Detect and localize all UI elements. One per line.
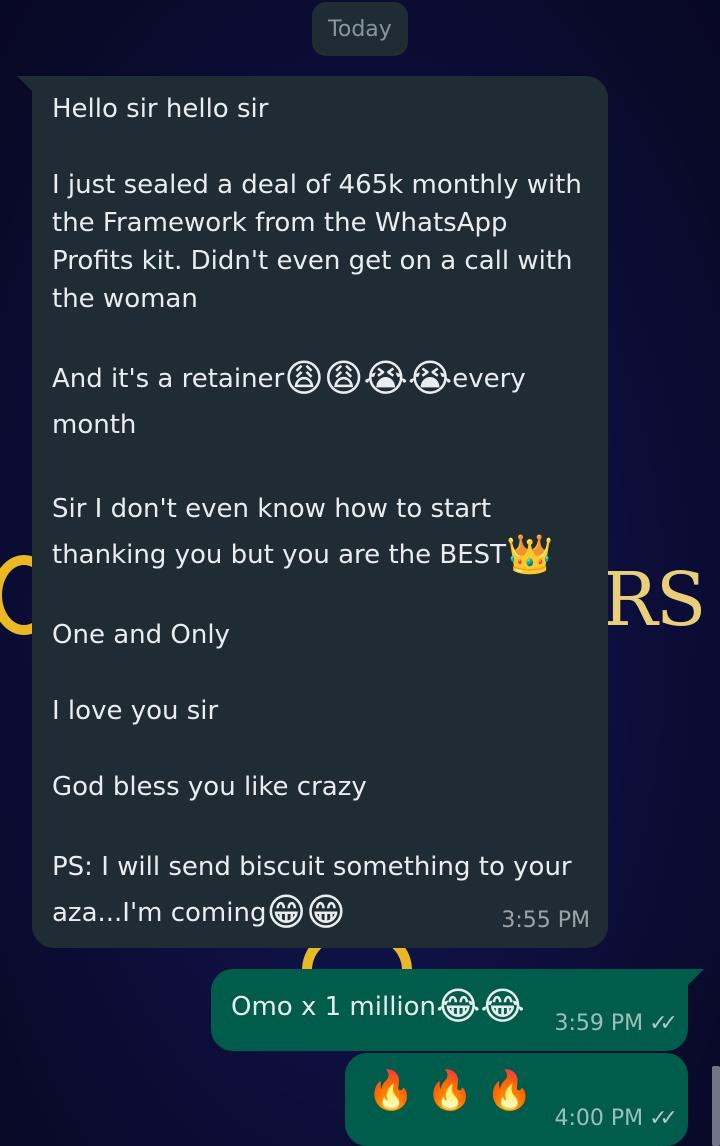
message-text: Omo x 1 million [231, 992, 437, 1022]
message-line-with-emoji: And it's a retainer😩😩😭😭every [52, 356, 588, 402]
message-line: One and Only [52, 620, 230, 650]
weary-crying-emoji: 😩😩😭😭 [284, 356, 453, 400]
message-line: Profits kit. Didn't even get on a call w… [52, 246, 573, 276]
read-receipt-icon: ✓✓ [649, 1011, 678, 1036]
message-line: the Framework from the WhatsApp [52, 208, 508, 238]
message-line: God bless you like crazy [52, 772, 367, 802]
message-text: aza...I'm coming [52, 898, 267, 928]
outgoing-message-bubble[interactable]: 🔥 🔥 🔥 4:00 PM ✓✓ [345, 1053, 688, 1146]
laughing-emoji: 😂😂 [436, 984, 525, 1028]
outgoing-message-bubble[interactable]: Omo x 1 million😂😂 3:59 PM ✓✓ [211, 969, 688, 1051]
message-timestamp: 3:55 PM [501, 908, 590, 933]
grinning-emoji: 😁😁 [266, 890, 346, 934]
message-line: I just sealed a deal of 465k monthly wit… [52, 170, 582, 200]
outgoing-bubble-tail [686, 969, 704, 987]
outgoing-message-content: Omo x 1 million😂😂 [231, 987, 525, 1026]
message-line: the woman [52, 284, 198, 314]
message-timestamp: 3:59 PM [554, 1011, 644, 1036]
wallpaper-logo-text: RS [602, 557, 706, 643]
crown-emoji: 👑 [506, 532, 554, 576]
message-line: PS: I will send biscuit something to you… [52, 852, 572, 882]
message-line: I love you sir [52, 696, 219, 726]
incoming-message-bubble[interactable]: Hello sir hello sir I just sealed a deal… [32, 76, 608, 948]
message-line: Hello sir hello sir [52, 94, 269, 124]
fire-emoji: 🔥 🔥 🔥 [367, 1068, 534, 1112]
message-meta: 3:59 PM ✓✓ [554, 1005, 678, 1043]
date-separator: Today [312, 2, 408, 56]
message-timestamp: 4:00 PM [554, 1106, 644, 1131]
message-text: thanking you but you are the BEST [52, 540, 507, 570]
scrollbar-thumb[interactable] [712, 1066, 720, 1146]
message-text: And it's a retainer [52, 364, 285, 394]
message-line: month [52, 410, 137, 440]
message-line: Sir I don't even know how to start [52, 494, 492, 524]
message-line-with-emoji: thanking you but you are the BEST👑 [52, 532, 588, 578]
read-receipt-icon: ✓✓ [649, 1106, 678, 1131]
message-meta: 4:00 PM ✓✓ [554, 1100, 678, 1138]
message-text: every [452, 364, 526, 394]
